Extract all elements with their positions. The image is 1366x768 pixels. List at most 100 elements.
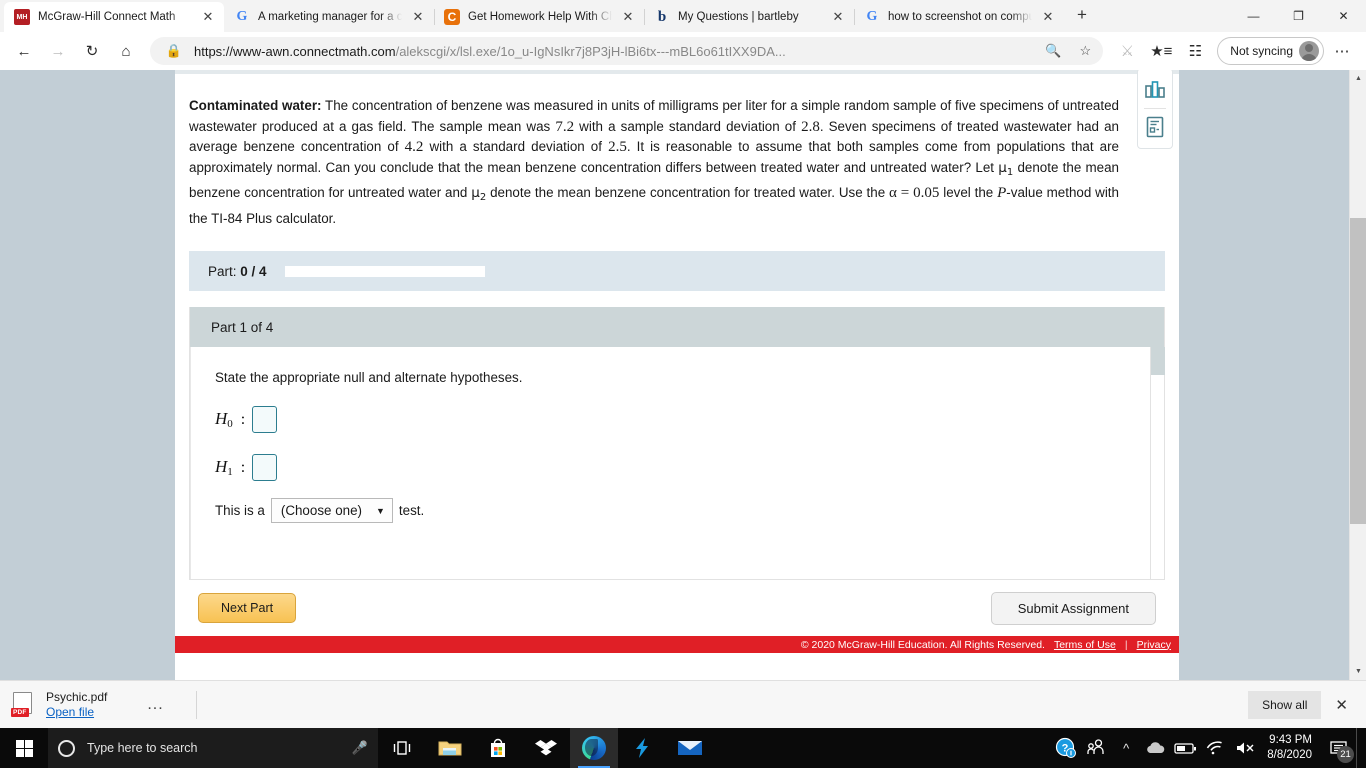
bar-chart-icon[interactable] (1138, 73, 1172, 107)
taskbar-search-box[interactable]: Type here to search 🎤 (48, 728, 378, 768)
favorites-list-icon[interactable]: ★≡ (1145, 36, 1177, 66)
alternate-hypothesis-row: H1 : (215, 454, 1164, 481)
sample-sd-value: 2.8 (801, 118, 820, 135)
new-tab-button[interactable]: + (1068, 2, 1096, 30)
snagit-icon[interactable] (618, 728, 666, 768)
close-window-button[interactable]: ✕ (1321, 0, 1366, 32)
minimize-button[interactable]: — (1231, 0, 1276, 32)
cortana-icon (58, 739, 75, 757)
mu2-symbol: μ (471, 185, 480, 201)
data-table-icon[interactable] (1138, 110, 1172, 144)
microsoft-edge-icon[interactable] (570, 728, 618, 768)
h0-label: H0 (215, 409, 233, 430)
page-footer: © 2020 McGraw-Hill Education. All Rights… (175, 636, 1179, 653)
profile-label: Not syncing (1230, 44, 1293, 58)
pdf-badge-label: PDF (11, 707, 29, 717)
browser-tab-3[interactable]: b My Questions | bartleby ✕ (644, 2, 854, 32)
browser-tab-1[interactable]: G A marketing manager for a cel ✕ (224, 2, 434, 32)
question-prompt: State the appropriate null and alternate… (215, 370, 523, 385)
next-part-button[interactable]: Next Part (198, 593, 297, 623)
help-question-icon[interactable]: ? (1051, 728, 1081, 768)
onedrive-icon[interactable] (1141, 728, 1171, 768)
google-icon: G (236, 9, 248, 24)
ellipsis-icon[interactable]: ⋯ (1326, 36, 1358, 66)
problem-statement: Contaminated water: The concentration of… (189, 96, 1119, 229)
home-icon[interactable]: ⌂ (110, 36, 142, 66)
action-center-icon[interactable]: 21 (1322, 728, 1356, 768)
open-file-link[interactable]: Open file (46, 705, 107, 719)
test-type-select[interactable]: (Choose one) ▼ (270, 498, 393, 523)
h1-input[interactable] (252, 454, 278, 481)
microsoft-store-icon[interactable] (474, 728, 522, 768)
taskbar-clock[interactable]: 9:43 PM 8/8/2020 (1261, 733, 1322, 763)
volume-muted-icon[interactable] (1231, 728, 1261, 768)
download-file-name: Psychic.pdf (46, 690, 108, 704)
address-bar[interactable]: 🔒 https://www-awn.connectmath.com/aleksc… (150, 37, 1104, 65)
download-shelf: PDF Psychic.pdf Open file ... Show all ✕ (0, 680, 1366, 728)
page-scrollbar[interactable]: ▲ ▼ (1349, 70, 1366, 680)
problem-text-2: with a sample standard deviation of (574, 118, 802, 134)
battery-icon[interactable] (1171, 728, 1201, 768)
tool-panel (1137, 70, 1173, 149)
h1-colon: : (240, 458, 246, 476)
show-hidden-icons-icon[interactable]: ^ (1111, 728, 1141, 768)
test-type-row: This is a (Choose one) ▼ test. (215, 498, 1164, 523)
task-view-icon[interactable] (378, 728, 426, 768)
terms-of-use-link[interactable]: Terms of Use (1054, 639, 1116, 651)
test-prefix-label: This is a (215, 503, 265, 518)
collections-icon[interactable]: ☷ (1179, 36, 1211, 66)
h0-input[interactable] (252, 406, 278, 433)
wifi-icon[interactable] (1201, 728, 1231, 768)
scroll-up-arrow-icon[interactable]: ▲ (1350, 70, 1366, 87)
part-scrollbar-thumb[interactable] (1151, 347, 1165, 375)
copyright-text: © 2020 McGraw-Hill Education. All Rights… (800, 638, 1045, 651)
tab-close-icon[interactable]: ✕ (410, 9, 426, 25)
browser-tab-0[interactable]: MH McGraw-Hill Connect Math ✕ (4, 2, 224, 32)
dropbox-icon[interactable] (522, 728, 570, 768)
tab-close-icon[interactable]: ✕ (830, 9, 846, 25)
part-scrollbar[interactable] (1150, 347, 1165, 579)
microphone-icon[interactable]: 🎤 (352, 740, 368, 756)
zoom-in-icon[interactable]: 🔍 (1041, 39, 1065, 63)
h1-label: H1 (215, 457, 233, 478)
p-value-symbol: P (997, 185, 1007, 201)
forward-icon[interactable]: → (42, 36, 74, 66)
download-more-icon[interactable]: ... (147, 696, 163, 714)
test-type-value: (Choose one) (280, 503, 362, 518)
browser-tab-4[interactable]: G how to screenshot on compute ✕ (854, 2, 1064, 32)
progress-track (284, 265, 485, 277)
scroll-down-arrow-icon[interactable]: ▼ (1350, 663, 1366, 680)
people-icon[interactable] (1081, 728, 1111, 768)
refresh-icon[interactable]: ↻ (76, 36, 108, 66)
tab-close-icon[interactable]: ✕ (200, 9, 216, 25)
back-icon[interactable]: ← (8, 36, 40, 66)
tab-close-icon[interactable]: ✕ (1040, 9, 1056, 25)
file-explorer-icon[interactable] (426, 728, 474, 768)
star-icon[interactable]: ☆ (1073, 39, 1097, 63)
browser-tab-2[interactable]: C Get Homework Help With Che ✕ (434, 2, 644, 32)
download-item[interactable]: Psychic.pdf Open file (46, 690, 107, 719)
chevron-down-icon: ▼ (376, 505, 385, 516)
question-body: Contaminated water: The concentration of… (175, 70, 1179, 229)
restore-button[interactable]: ❐ (1276, 0, 1321, 32)
submit-assignment-button[interactable]: Submit Assignment (990, 591, 1156, 625)
tab-close-icon[interactable]: ✕ (620, 9, 636, 25)
mail-icon[interactable] (666, 728, 714, 768)
browser-toolbar: ← → ↻ ⌂ 🔒 https://www-awn.connectmath.co… (0, 32, 1366, 70)
extension-icon[interactable]: ⚔ (1111, 36, 1143, 66)
page-scrollbar-thumb[interactable] (1350, 218, 1366, 524)
close-shelf-icon[interactable]: ✕ (1327, 692, 1356, 718)
part-header: Part 1 of 4 (190, 307, 1164, 347)
windows-start-icon[interactable] (0, 728, 48, 768)
part-counter: Part: 0 / 4 (208, 263, 267, 279)
privacy-link[interactable]: Privacy (1137, 639, 1171, 651)
mu1-symbol: μ (998, 159, 1007, 176)
part-count: 0 / 4 (240, 263, 267, 279)
tab-title: A marketing manager for a cel (258, 11, 402, 23)
part-content: State the appropriate null and alternate… (190, 347, 1165, 579)
show-all-downloads-button[interactable]: Show all (1248, 690, 1322, 719)
show-desktop-button[interactable] (1356, 728, 1362, 768)
shelf-actions: Show all ✕ (1248, 690, 1356, 719)
profile-button[interactable]: Not syncing (1217, 37, 1324, 65)
footer-separator: | (1124, 638, 1128, 651)
